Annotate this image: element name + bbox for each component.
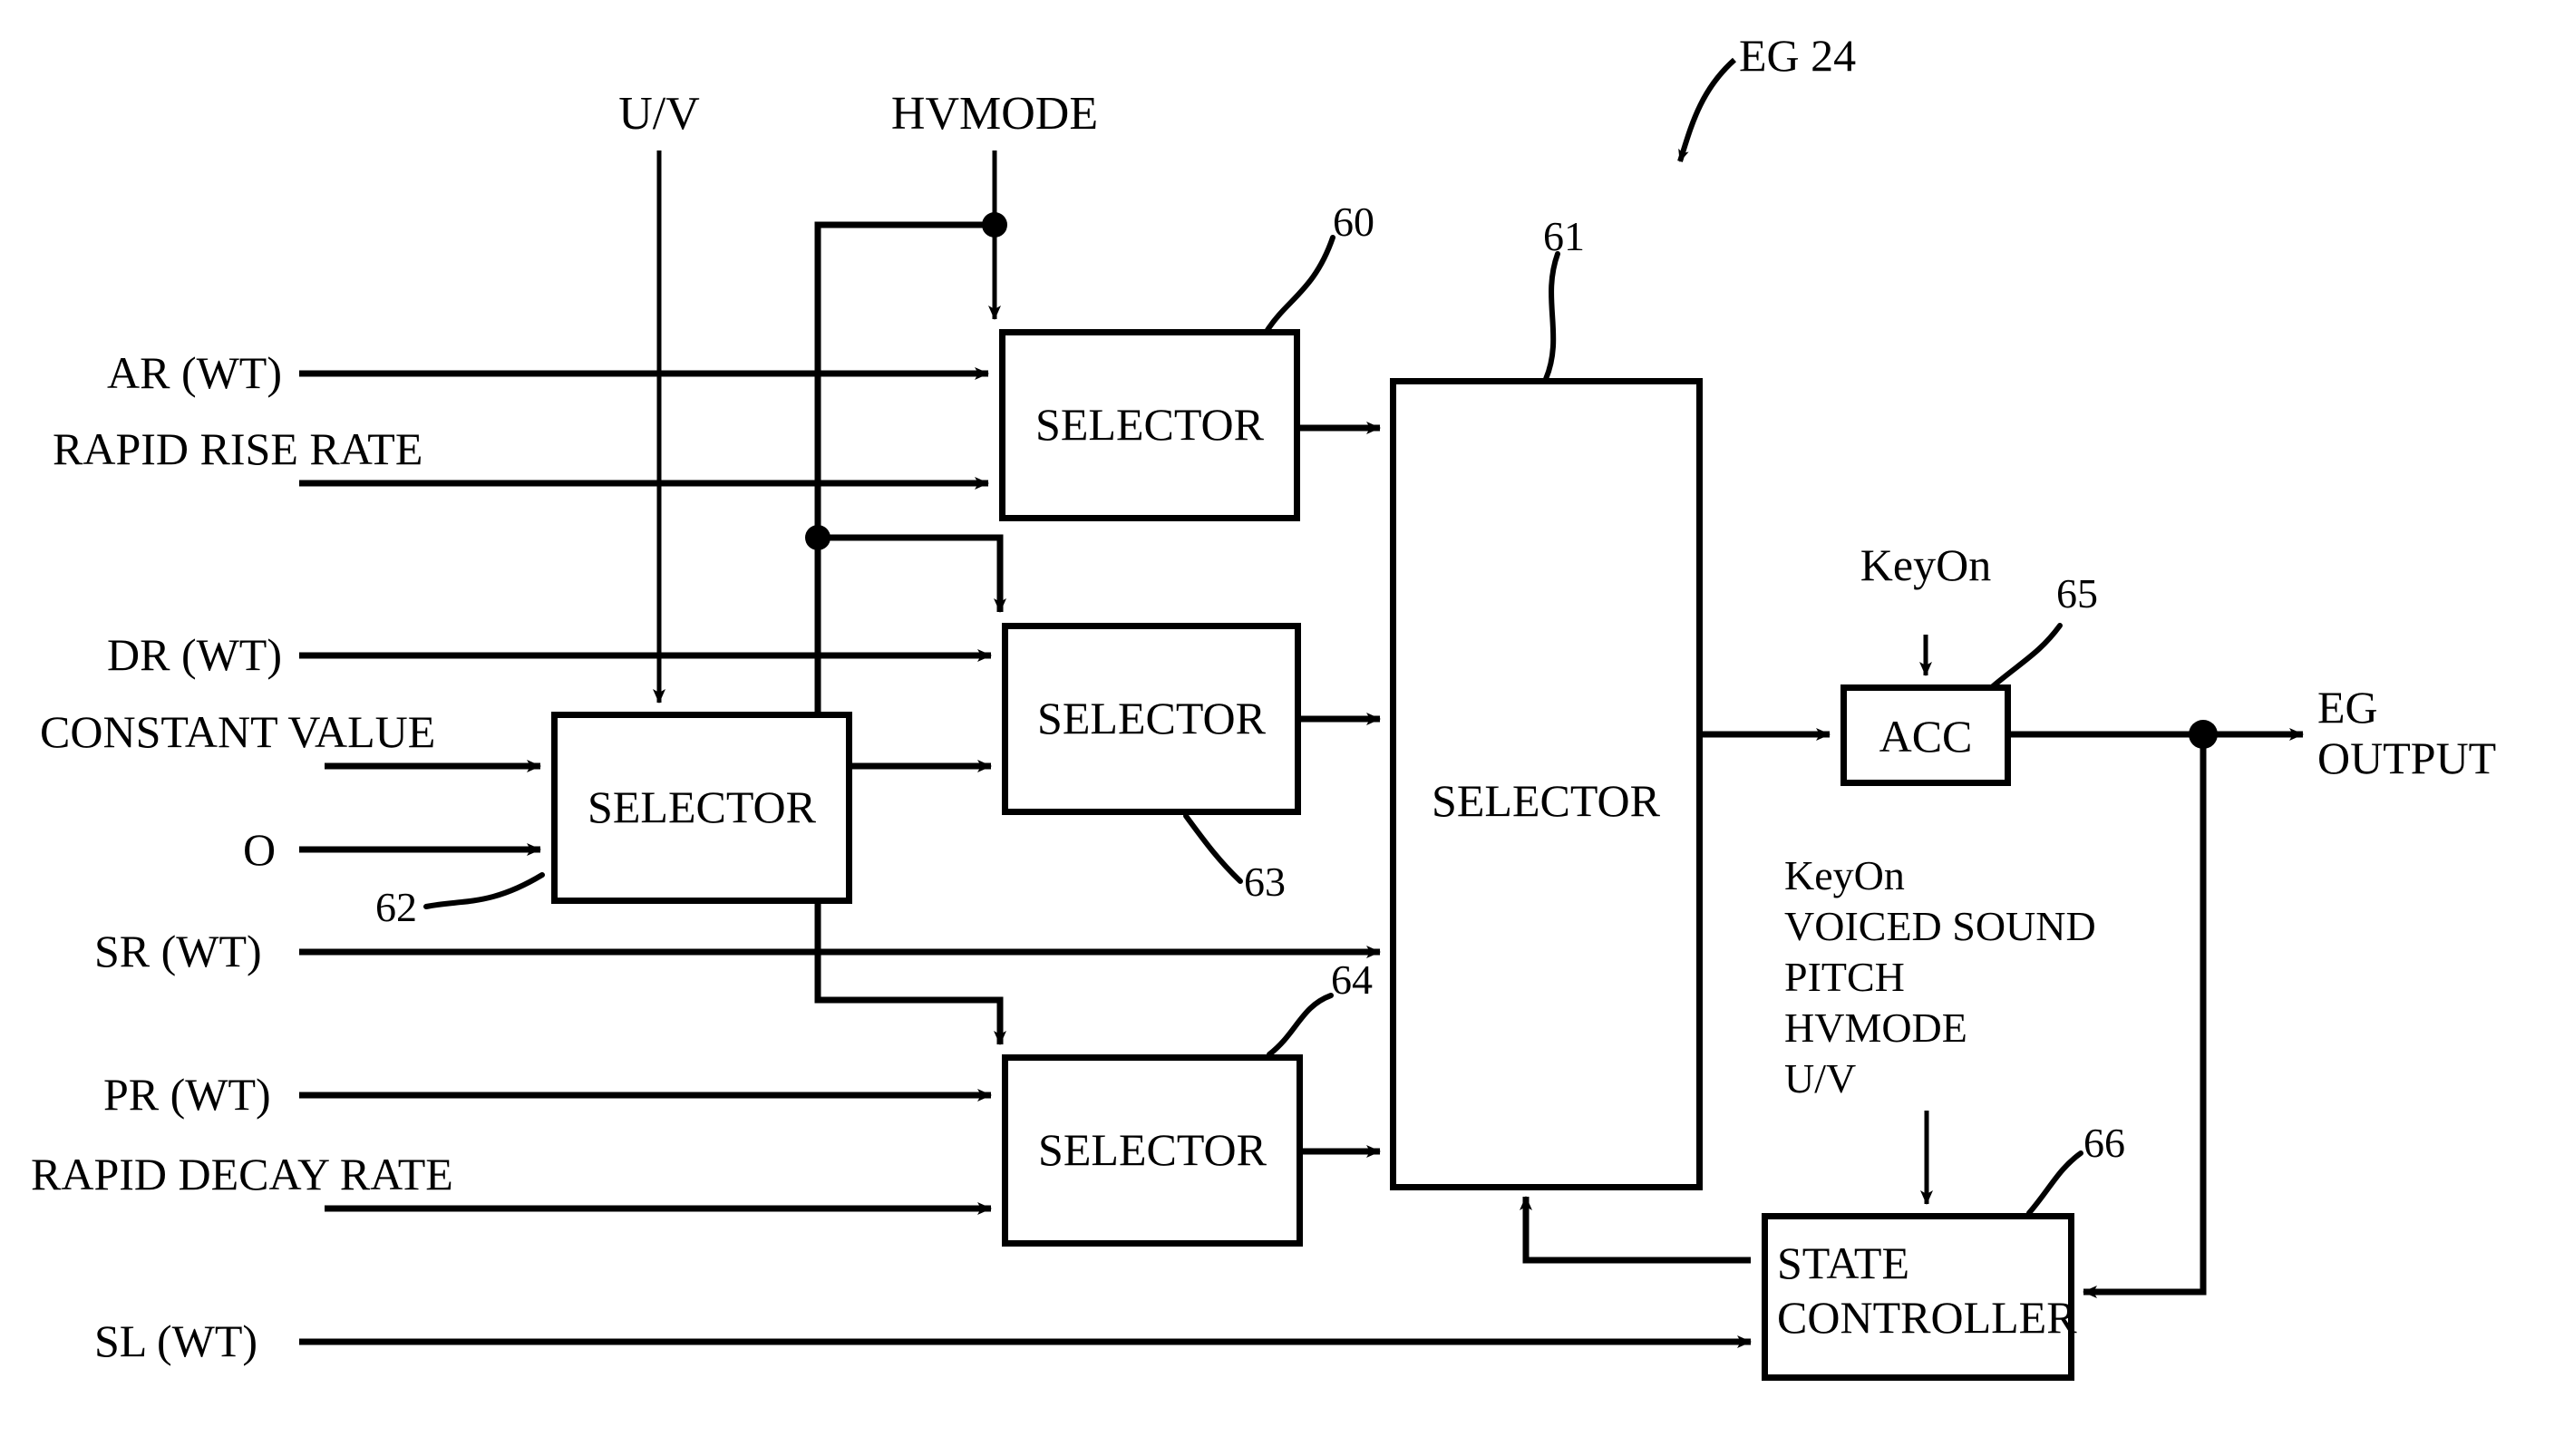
block-selector-61-label: SELECTOR bbox=[1432, 775, 1660, 826]
input-label-zero: O bbox=[243, 824, 277, 875]
input-label-ar-wt: AR (WT) bbox=[107, 347, 282, 398]
block-selector-63-label: SELECTOR bbox=[1037, 693, 1266, 743]
patent-figure-canvas: U/V HVMODE EG 24 AR (WT) RAPID RISE RATE… bbox=[0, 0, 2564, 1456]
input-label-pr-wt: PR (WT) bbox=[103, 1069, 271, 1120]
input-label-hvmode: HVMODE bbox=[890, 88, 1099, 140]
signal-keyon: KeyOn bbox=[1784, 852, 1905, 898]
figure-reference-label: EG 24 bbox=[1739, 30, 1857, 81]
input-label-rapid-decay-rate: RAPID DECAY RATE bbox=[31, 1149, 453, 1199]
state-controller-signal-list: KeyOn VOICED SOUND PITCH HVMODE U/V bbox=[1784, 850, 2096, 1105]
signal-uv: U/V bbox=[1784, 1055, 1857, 1102]
block-selector-60-label: SELECTOR bbox=[1035, 399, 1264, 450]
signal-hvmode: HVMODE bbox=[1784, 1005, 1967, 1052]
input-label-keyon-acc: KeyOn bbox=[1860, 539, 1992, 590]
input-label-rapid-rise-rate: RAPID RISE RATE bbox=[53, 423, 423, 474]
signal-pitch: PITCH bbox=[1784, 954, 1905, 1001]
input-label-sl-wt: SL (WT) bbox=[94, 1315, 258, 1366]
reference-number-65: 65 bbox=[2056, 570, 2098, 616]
reference-number-61: 61 bbox=[1543, 213, 1585, 259]
input-label-dr-wt: DR (WT) bbox=[107, 629, 282, 680]
block-acc-65-label: ACC bbox=[1879, 711, 1973, 762]
input-label-sr-wt: SR (WT) bbox=[94, 926, 262, 976]
block-selector-64-label: SELECTOR bbox=[1038, 1124, 1267, 1175]
output-label-line1: EG bbox=[2317, 682, 2378, 733]
input-label-uv: U/V bbox=[618, 88, 700, 140]
reference-number-63: 63 bbox=[1244, 859, 1286, 905]
reference-number-60: 60 bbox=[1333, 199, 1374, 245]
block-selector-62-label: SELECTOR bbox=[588, 781, 816, 832]
block-state-controller-66-label-line2: CONTROLLER bbox=[1777, 1292, 2077, 1343]
input-label-constant-value: CONSTANT VALUE bbox=[40, 706, 436, 757]
signal-voiced-sound: VOICED SOUND bbox=[1784, 903, 2096, 950]
output-label: EG OUTPUT bbox=[2317, 682, 2496, 783]
output-label-line2: OUTPUT bbox=[2317, 733, 2497, 783]
reference-number-66: 66 bbox=[2083, 1120, 2125, 1166]
block-state-controller-66-label-line1: STATE bbox=[1777, 1238, 1909, 1288]
reference-number-64: 64 bbox=[1331, 956, 1373, 1003]
reference-number-62: 62 bbox=[375, 884, 417, 930]
